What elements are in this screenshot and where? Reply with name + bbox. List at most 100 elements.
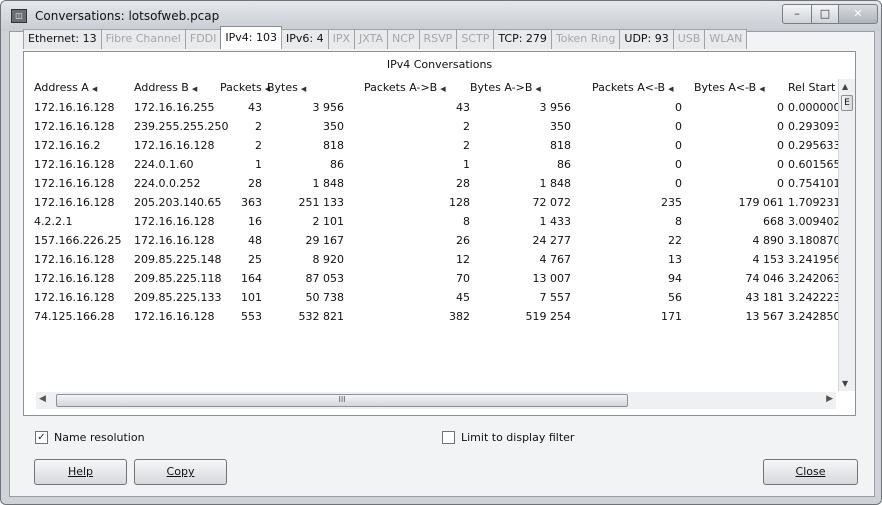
table-row[interactable]: 172.16.16.128 239.255.255.250 2 350 2 350 0 0 0.… xyxy=(24,117,848,136)
close-window-button[interactable]: ✕ xyxy=(838,4,878,24)
limit-display-filter-checkbox[interactable]: Limit to display filter xyxy=(442,431,574,444)
column-header-label: Rel Start xyxy=(788,81,836,94)
table-cell: 56 xyxy=(668,291,682,304)
table-cell: 4 767 xyxy=(539,253,572,266)
table-row[interactable]: 172.16.16.128 205.203.140.65 363 251 133 128… xyxy=(24,193,848,212)
tab-udp-93[interactable]: UDP: 93 xyxy=(619,29,674,49)
horizontal-scroll-thumb[interactable]: III xyxy=(56,394,628,407)
window-title: Conversations: lotsofweb.pcap xyxy=(35,9,220,23)
table-cell: 7 557 xyxy=(539,291,572,304)
scroll-up-icon[interactable]: ▲ xyxy=(842,82,848,91)
table-cell: 0 xyxy=(777,158,784,171)
table-cell: 519 254 xyxy=(525,310,572,323)
table-cell: 87 053 xyxy=(305,272,345,285)
checkbox-box[interactable]: ✓ xyxy=(35,431,48,444)
table-cell: 22 xyxy=(668,234,682,247)
table-cell: 0 xyxy=(675,139,682,152)
vertical-scroll-thumb[interactable]: E xyxy=(841,95,853,111)
name-resolution-label: Name resolution xyxy=(54,431,145,444)
table-cell: 172.16.16.128 xyxy=(34,196,115,209)
table-row[interactable]: 172.16.16.128 209.85.225.133 101 50 738 45 7 … xyxy=(24,288,848,307)
table-cell: 45 xyxy=(456,291,470,304)
tab-ipx[interactable]: IPX xyxy=(327,29,355,49)
horizontal-scrollbar[interactable]: ◀ III ▶ xyxy=(36,392,836,409)
column-header[interactable]: Address B ◀ xyxy=(134,79,197,97)
copy-button[interactable]: Copy xyxy=(134,459,227,485)
app-icon: ◫ xyxy=(11,9,27,23)
scroll-left-icon[interactable]: ◀ xyxy=(39,394,46,404)
tab-ipv6-4[interactable]: IPv6: 4 xyxy=(280,29,329,49)
tab-fddi[interactable]: FDDI xyxy=(184,29,222,49)
vertical-scrollbar[interactable]: ▲ E ▼ xyxy=(838,79,855,391)
table-row[interactable]: 172.16.16.128 172.16.16.255 43 3 956 43 3 956… xyxy=(24,98,848,117)
close-button[interactable]: Close xyxy=(763,459,858,485)
tab-ethernet-13[interactable]: Ethernet: 13 xyxy=(23,29,102,49)
help-button-label: Help xyxy=(67,465,94,478)
table-cell: 8 920 xyxy=(312,253,345,266)
table-cell: 86 xyxy=(557,158,571,171)
sort-icon: ◀ xyxy=(759,85,765,93)
table-cell: 818 xyxy=(550,139,571,152)
sort-icon: ◀ xyxy=(668,85,674,93)
table-cell: 12 xyxy=(456,253,470,266)
column-header[interactable]: Bytes ◀ xyxy=(267,79,306,97)
maximize-icon: □ xyxy=(819,7,831,20)
tab-rsvp[interactable]: RSVP xyxy=(418,29,458,49)
tab-fibre-channel[interactable]: Fibre Channel xyxy=(100,29,186,49)
table-cell: 3 956 xyxy=(539,101,572,114)
checkbox-box[interactable] xyxy=(442,431,455,444)
table-cell: 13 567 xyxy=(745,310,785,323)
table-cell: 172.16.16.128 xyxy=(34,101,115,114)
minimize-icon: – xyxy=(794,7,800,20)
table-cell: 164 xyxy=(241,272,262,285)
column-header[interactable]: Address A ◀ xyxy=(34,79,97,97)
tab-tcp-279[interactable]: TCP: 279 xyxy=(493,29,552,49)
column-header[interactable]: Rel Start xyxy=(788,79,835,97)
column-header-label: Packets A<-B xyxy=(592,81,666,94)
tab-ncp[interactable]: NCP xyxy=(386,29,420,49)
sort-icon: ◀ xyxy=(91,85,98,93)
name-resolution-checkbox[interactable]: ✓ Name resolution xyxy=(35,431,145,444)
title-bar[interactable]: ◫ Conversations: lotsofweb.pcap – □ ✕ xyxy=(1,1,881,31)
column-header[interactable]: Bytes A->B ◀ xyxy=(470,79,541,97)
maximize-button[interactable]: □ xyxy=(811,4,839,24)
table-row[interactable]: 172.16.16.128 209.85.225.118 164 87 053 70 13… xyxy=(24,269,848,288)
tab-token-ring[interactable]: Token Ring xyxy=(550,29,621,49)
table-cell: 179 061 xyxy=(738,196,785,209)
column-header[interactable]: Packets A<-B ◀ xyxy=(592,79,673,97)
close-button-label: Close xyxy=(795,465,826,478)
column-header[interactable]: Packets A->B ◀ xyxy=(364,79,446,97)
copy-button-label: Copy xyxy=(166,465,195,478)
scroll-down-icon[interactable]: ▼ xyxy=(842,379,848,388)
table-cell: 251 133 xyxy=(298,196,345,209)
tab-wlan[interactable]: WLAN xyxy=(704,29,748,49)
minimize-button[interactable]: – xyxy=(782,4,812,24)
tab-ipv4-103[interactable]: IPv4: 103 xyxy=(220,26,282,49)
vertical-scroll-thumb-label: E xyxy=(844,98,850,108)
table-row[interactable]: 172.16.16.128 224.0.0.252 28 1 848 28 1 848 0 0… xyxy=(24,174,848,193)
table-cell: 0 xyxy=(675,101,682,114)
table-cell: 553 xyxy=(241,310,262,323)
table-cell: 8 xyxy=(675,215,682,228)
table-cell: 0 xyxy=(777,139,784,152)
table-cell: 172.16.16.128 xyxy=(34,272,115,285)
tab-sctp[interactable]: SCTP xyxy=(456,29,495,49)
tab-jxta[interactable]: JXTA xyxy=(354,29,388,49)
table-row[interactable]: 74.125.166.28 172.16.16.128 553 532 821 382 5… xyxy=(24,307,848,326)
sort-icon: ◀ xyxy=(300,85,307,93)
table-row[interactable]: 4.2.2.1 172.16.16.128 16 2 101 8 1 433 8 668 3.0… xyxy=(24,212,848,231)
table-cell: 26 xyxy=(456,234,470,247)
scroll-right-icon[interactable]: ▶ xyxy=(826,394,833,404)
table-title: IPv4 Conversations xyxy=(386,58,493,71)
table-row[interactable]: 157.166.226.25 172.16.16.128 48 29 167 26 24 … xyxy=(24,231,848,250)
column-header[interactable]: Bytes A<-B ◀ xyxy=(694,79,765,97)
table-row[interactable]: 172.16.16.128 209.85.225.148 25 8 920 12 4 76… xyxy=(24,250,848,269)
table-row[interactable]: 172.16.16.2 172.16.16.128 2 818 2 818 0 0 0.2956… xyxy=(24,136,848,155)
tab-usb[interactable]: USB xyxy=(672,29,706,49)
column-header-label: Packets A->B xyxy=(364,81,438,94)
column-header-label: Packets xyxy=(220,81,262,94)
help-button[interactable]: Help xyxy=(34,459,127,485)
table-cell: 72 072 xyxy=(532,196,572,209)
table-row[interactable]: 172.16.16.128 224.0.1.60 1 86 1 86 0 0 0.6015650 xyxy=(24,155,848,174)
column-header[interactable]: Packets ◀ xyxy=(220,79,270,97)
